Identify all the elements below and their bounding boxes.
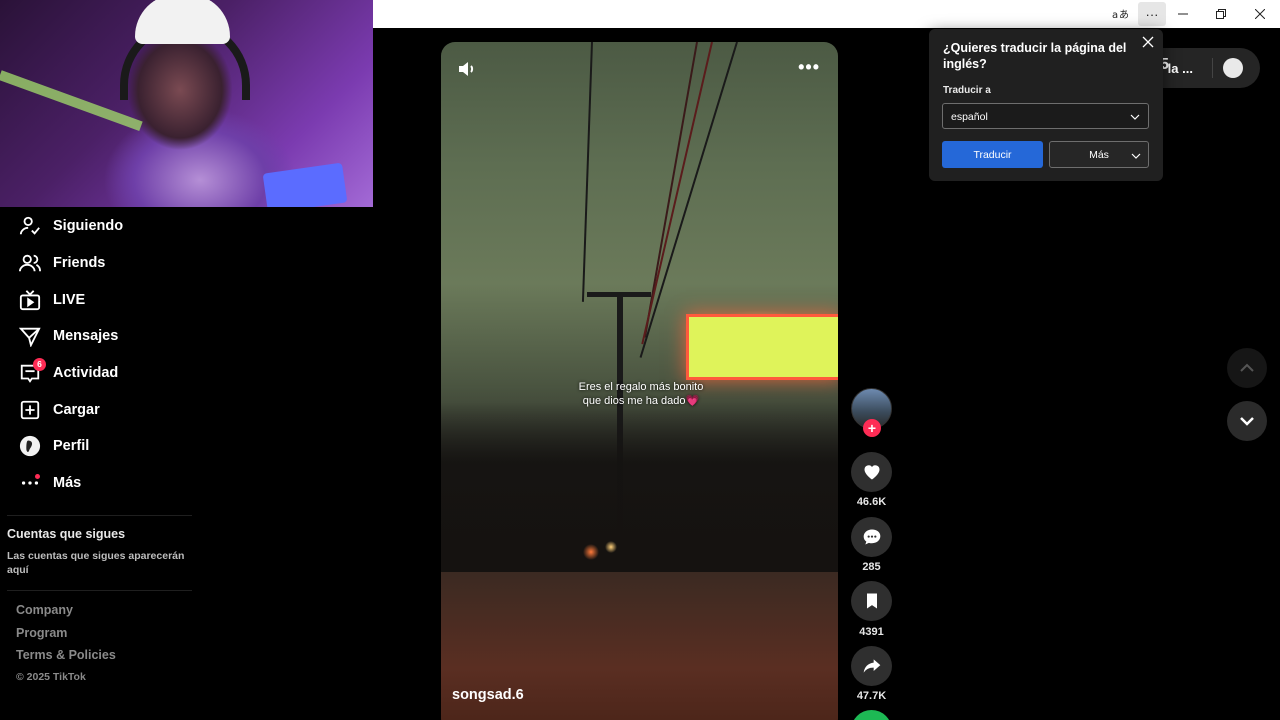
chevron-down-icon <box>1240 417 1254 426</box>
following-empty-text: Las cuentas que sigues aparecerán aquí <box>7 550 185 576</box>
translate-icon[interactable]: aあ <box>1106 2 1134 26</box>
svg-text:a: a <box>1112 10 1118 21</box>
footer-link-company[interactable]: Company <box>16 603 116 626</box>
video-more-button[interactable]: ••• <box>798 58 820 76</box>
browser-toolbar: aあ ··· <box>373 0 1280 28</box>
more-options-label: Más <box>1089 148 1109 161</box>
sidebar-item-mensajes[interactable]: Mensajes <box>18 318 198 355</box>
following-icon <box>18 214 42 238</box>
volume-icon[interactable] <box>457 59 477 79</box>
music-disc-button[interactable] <box>851 710 892 720</box>
sidebar-nav: Siguiendo Friends LIVE Mensajes 6 Activi… <box>18 208 198 502</box>
share-button[interactable] <box>851 646 892 686</box>
footer-link-program[interactable]: Program <box>16 626 116 649</box>
restore-icon[interactable] <box>1207 2 1235 26</box>
footer-link-terms[interactable]: Terms & Policies <box>16 648 116 671</box>
sidebar-item-label: Mensajes <box>53 328 119 345</box>
language-select[interactable]: español <box>942 103 1149 129</box>
sidebar-footer: Company Program Terms & Policies © 2025 … <box>16 603 116 693</box>
sidebar-item-actividad[interactable]: 6 Actividad <box>18 355 198 392</box>
sidebar-item-label: Perfil <box>53 438 90 455</box>
tiktok-page: aあ ··· Siguiendo Friends LIVE Mensajes 6… <box>0 0 1280 720</box>
target-language-label: Traducir a <box>943 85 991 96</box>
bookmark-icon <box>866 593 877 609</box>
sidebar-item-cargar[interactable]: Cargar <box>18 391 198 428</box>
messages-icon <box>18 324 42 348</box>
notification-badge: 6 <box>33 357 46 371</box>
share-count: 47.7K <box>856 690 887 702</box>
video-caption: Eres el regalo más bonito que dios me ha… <box>571 381 711 408</box>
like-count: 46.6K <box>856 496 887 508</box>
live-icon <box>18 288 42 312</box>
chevron-down-icon <box>1130 114 1140 120</box>
close-icon[interactable] <box>1141 35 1155 49</box>
follow-button[interactable]: + <box>863 419 881 437</box>
sidebar-item-label: Friends <box>53 255 106 272</box>
sidebar-item-label: Cargar <box>53 401 100 418</box>
comment-count: 285 <box>862 561 881 573</box>
video-author[interactable]: songsad.6 <box>452 687 524 703</box>
save-button[interactable] <box>851 581 892 621</box>
sidebar-item-siguiendo[interactable]: Siguiendo <box>18 208 198 245</box>
caption-line: que dios me ha dado💗 <box>582 394 700 407</box>
webcam-overlay <box>0 0 373 207</box>
sidebar-item-label: Más <box>53 475 82 492</box>
next-video-button[interactable] <box>1227 401 1267 441</box>
billboard-shape <box>686 314 838 380</box>
selected-language: español <box>951 111 988 123</box>
following-title: Cuentas que sigues <box>7 527 126 541</box>
heart-icon <box>864 465 879 480</box>
sidebar-item-live[interactable]: LIVE <box>18 281 198 318</box>
comment-icon <box>863 529 880 545</box>
more-options-button[interactable]: Más <box>1049 141 1149 168</box>
sidebar-item-label: Siguiendo <box>53 218 124 235</box>
comment-button[interactable] <box>851 517 892 557</box>
minimize-icon[interactable] <box>1169 2 1197 26</box>
sidebar-item-label: LIVE <box>53 291 86 308</box>
svg-text:あ: あ <box>1119 9 1128 21</box>
sidebar-item-mas[interactable]: Más <box>18 465 198 502</box>
footer-copyright: © 2025 TikTok <box>16 670 86 683</box>
upload-icon <box>18 398 42 422</box>
caption-line: Eres el regalo más bonito <box>578 381 704 393</box>
pill-divider <box>1212 58 1213 78</box>
power-line <box>641 42 713 345</box>
share-icon <box>863 659 880 673</box>
sidebar-item-label: Actividad <box>53 365 119 382</box>
save-count: 4391 <box>859 626 884 638</box>
chevron-down-icon <box>1131 153 1141 159</box>
popup-title: ¿Quieres traducir la página del inglés? <box>943 41 1127 71</box>
chevron-up-icon <box>1240 363 1254 372</box>
friends-icon <box>18 251 42 275</box>
video-player[interactable]: ••• Eres el regalo más bonito que dios m… <box>441 42 838 720</box>
sidebar-item-perfil[interactable]: Perfil <box>18 428 198 465</box>
translate-popup: ¿Quieres traducir la página del inglés? … <box>929 29 1163 181</box>
profile-icon <box>18 434 42 458</box>
new-dot <box>35 473 40 479</box>
traffic-lights <box>571 532 631 562</box>
sidebar-item-friends[interactable]: Friends <box>18 245 198 282</box>
cap-shape <box>135 0 230 44</box>
tablet-shape <box>262 162 348 207</box>
translate-button[interactable]: Traducir <box>942 141 1043 168</box>
sidebar-divider <box>7 590 192 591</box>
profile-avatar-icon[interactable] <box>1223 58 1243 78</box>
close-icon[interactable] <box>1246 2 1274 26</box>
like-button[interactable] <box>851 452 892 492</box>
power-line <box>581 42 593 302</box>
pill-text: r la ... <box>1159 61 1193 76</box>
previous-video-button[interactable] <box>1227 348 1267 388</box>
browser-more-button[interactable]: ··· <box>1138 2 1166 26</box>
sidebar-divider <box>7 515 192 516</box>
